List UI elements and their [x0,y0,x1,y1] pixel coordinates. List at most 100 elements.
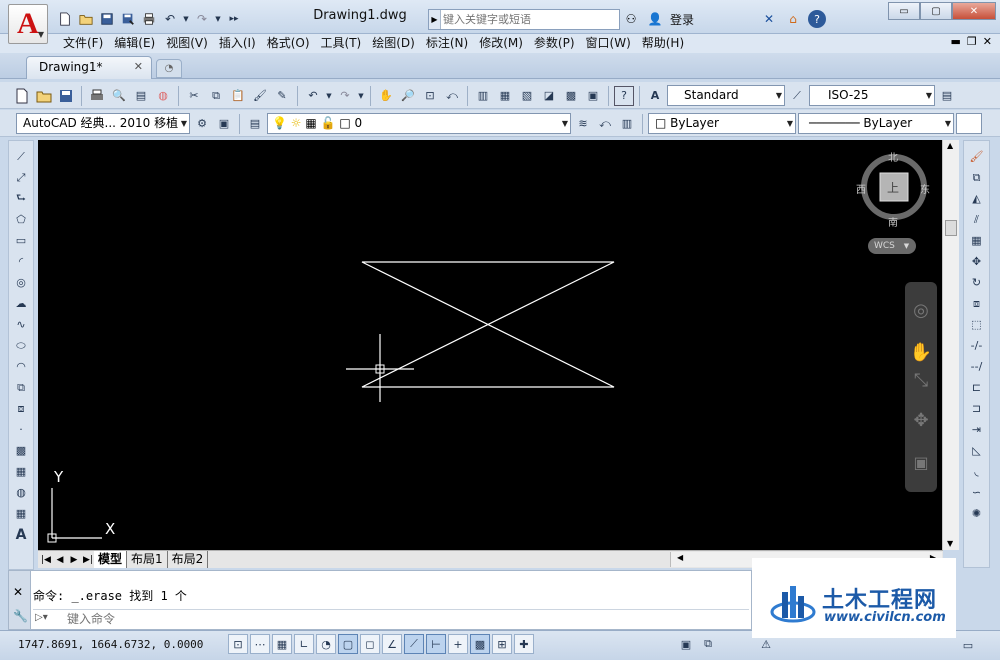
open-icon[interactable] [34,86,54,106]
workspace-select[interactable]: AutoCAD 经典... 2010 移植 ▼ [16,113,190,134]
undo-icon[interactable]: ↶ [161,10,179,28]
restore-button[interactable]: ▢ [920,2,952,20]
pan-icon[interactable]: ✋ [376,86,396,106]
quick-view-layouts-icon[interactable]: ⧉ [698,634,718,654]
customize-icon[interactable]: 🔧 [13,609,28,623]
dynamic-ucs-icon[interactable]: ⟋ [404,634,424,654]
paste-icon[interactable]: 📋 [228,86,248,106]
rectangle-icon[interactable]: ▭ [11,231,31,250]
layer-select[interactable]: 💡 ☼ ▦ 🔓 □ 0 ▼ [267,113,571,134]
make-block-icon[interactable]: ⧈ [11,399,31,418]
menu-item-3[interactable]: 插入(I) [218,35,266,52]
zoom-extents-icon[interactable]: ⤡ [911,370,931,391]
zoom-realtime-icon[interactable]: 🔎 [398,86,418,106]
doc-minimize-icon[interactable]: ▬ [951,35,961,48]
help-icon[interactable]: ? [808,10,827,28]
search-expand-icon[interactable]: ▶ [429,10,441,29]
text-style-icon[interactable]: A [645,86,665,106]
mirror-icon[interactable]: ◭ [967,189,987,208]
lineweight-select[interactable] [956,113,982,134]
sheet-set-icon[interactable]: ◪ [539,86,559,106]
calculator-icon[interactable]: ▣ [583,86,603,106]
showmotion-icon[interactable]: ▣ [911,452,931,472]
properties-icon[interactable]: ▥ [473,86,493,106]
user-icon[interactable]: 👤 [646,10,664,28]
menu-item-1[interactable]: 编辑(E) [113,35,165,52]
stretch-icon[interactable]: ⬚ [967,315,987,334]
extend-icon[interactable]: --/ [967,357,987,376]
communication-center-icon[interactable]: ⌂ [784,10,802,28]
polyline-icon[interactable]: ⮑ [11,189,31,208]
color-select[interactable]: □ ByLayer ▼ [648,113,796,134]
zoom-previous-icon[interactable]: ⤺ [442,86,462,106]
dim-style-icon[interactable]: ⟋ [787,86,807,106]
help-toolbar-icon[interactable]: ? [614,85,634,106]
publish-icon[interactable]: ▤ [131,86,151,106]
make-current-layer-icon[interactable]: ≋ [573,114,593,134]
wcs-menu-button[interactable]: WCS ▼ [868,238,916,254]
dynamic-input-icon[interactable]: ⊢ [426,634,446,654]
exchange-icon[interactable]: ✕ [760,10,778,28]
open-folder-icon[interactable] [77,10,95,28]
command-prompt-icon[interactable]: ▷▾ [35,612,48,623]
hatch-icon[interactable]: ▩ [11,441,31,460]
drawing-canvas[interactable]: Y X [38,140,942,550]
break-at-point-icon[interactable]: ⊏ [967,378,987,397]
tool-palettes-icon[interactable]: ▧ [517,86,537,106]
undo-list-icon[interactable]: ▼ [325,86,333,106]
grid-display-icon[interactable]: ▦ [272,634,292,654]
chamfer-icon[interactable]: ◺ [967,441,987,460]
ellipse-arc-icon[interactable]: ◠ [11,357,31,376]
gradient-icon[interactable]: ▦ [11,462,31,481]
vertical-scrollbar[interactable]: ▲ ▼ [942,140,959,550]
object-snap-tracking-icon[interactable]: ∠ [382,634,402,654]
command-input[interactable] [67,611,667,627]
bowtie-geometry[interactable] [361,261,615,388]
redo-dropdown-icon[interactable]: ▼ [214,10,222,28]
table-style-icon[interactable]: ▤ [937,86,957,106]
explode-icon[interactable]: ✺ [967,504,987,523]
first-layout-icon[interactable]: |◀ [40,555,52,565]
close-button[interactable]: ✕ [952,2,996,20]
viewcube-east[interactable]: 东 [920,181,930,196]
save-icon[interactable] [98,10,116,28]
ortho-mode-icon[interactable]: ∟ [294,634,314,654]
search-input[interactable] [443,11,617,28]
login-label[interactable]: 登录 [670,11,694,28]
zoom-window-icon[interactable]: ⊡ [420,86,440,106]
point-icon[interactable]: · [11,420,31,439]
linetype-select[interactable]: ─────── ByLayer ▼ [798,113,954,134]
close-command-line-icon[interactable]: ✕ [13,585,23,599]
layer-states-icon[interactable]: ▥ [617,114,637,134]
arc-icon[interactable]: ◜ [11,252,31,271]
undo-toolbar-icon[interactable]: ↶ [303,86,323,106]
minimize-button[interactable]: ▭ [888,2,920,20]
selection-cycling-icon[interactable]: ✚ [514,634,534,654]
erase-icon[interactable]: 🖌 [967,147,987,166]
region-icon[interactable]: ◍ [11,483,31,502]
insert-block-icon[interactable]: ⧉ [11,378,31,397]
break-icon[interactable]: ⊐ [967,399,987,418]
steering-wheel-icon[interactable]: ◎ [911,300,931,321]
cut-icon[interactable]: ✂ [184,86,204,106]
construction-line-icon[interactable]: ⤢ [11,168,31,187]
viewcube-west[interactable]: 西 [856,181,866,196]
menu-item-4[interactable]: 格式(O) [266,35,320,52]
model-space-icon[interactable]: ▣ [676,634,696,654]
menu-item-10[interactable]: 窗口(W) [585,35,641,52]
menu-item-11[interactable]: 帮助(H) [641,35,694,52]
polar-tracking-icon[interactable]: ◔ [316,634,336,654]
coordinate-readout[interactable]: 1747.8691, 1664.6732, 0.0000 [18,638,203,651]
clean-screen-status-icon[interactable]: ▭ [958,635,978,655]
line-icon[interactable]: ⟋ [11,147,31,166]
menu-item-0[interactable]: 文件(F) [62,35,113,52]
qnew-icon[interactable] [12,86,32,106]
viewcube-north[interactable]: 北 [888,149,898,164]
doc-close-icon[interactable]: ✕ [983,35,992,48]
multiline-text-icon[interactable]: A [11,525,31,544]
menu-item-5[interactable]: 工具(T) [320,35,372,52]
redo-toolbar-icon[interactable]: ↷ [335,86,355,106]
circle-icon[interactable]: ◎ [11,273,31,292]
application-menu-button[interactable]: A ▼ [8,4,48,44]
menu-item-2[interactable]: 视图(V) [165,35,218,52]
